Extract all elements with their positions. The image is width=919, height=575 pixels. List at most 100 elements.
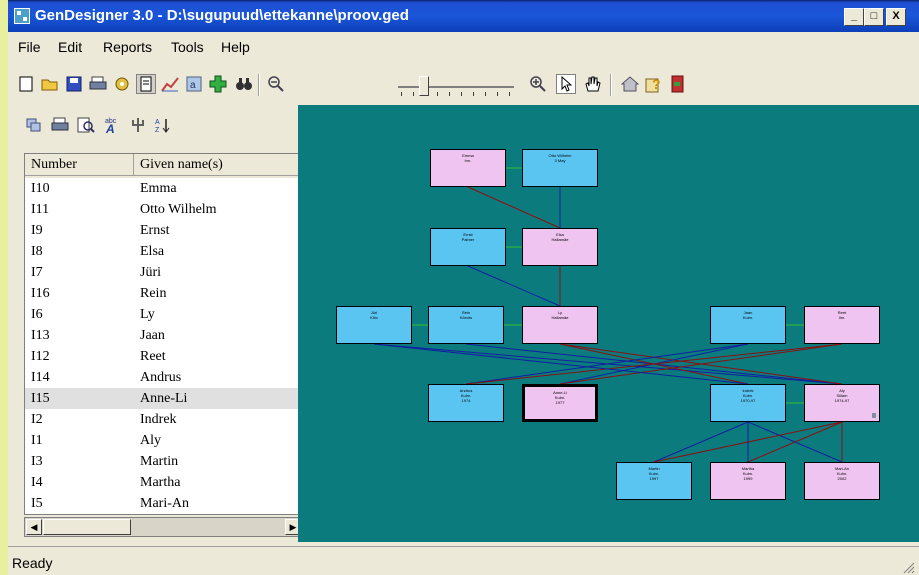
home-icon[interactable] — [620, 74, 640, 94]
status-bar: Ready — [8, 546, 919, 575]
cell-number: I11 — [31, 202, 50, 217]
zoom-out-icon[interactable] — [266, 74, 286, 94]
cell-number: I15 — [31, 391, 50, 406]
add-icon[interactable] — [208, 74, 228, 94]
table-row[interactable]: I3 Martin — [25, 451, 302, 472]
person-node-jaan[interactable]: Jaan Kulm. — [710, 306, 786, 344]
menu-help[interactable]: Help — [221, 39, 250, 55]
help-icon[interactable]: ? — [644, 74, 664, 94]
table-row[interactable]: I6 Ly — [25, 304, 302, 325]
zoom-slider-thumb[interactable] — [419, 76, 430, 96]
person-node-reet[interactable]: Reet Ilm. — [804, 306, 880, 344]
svg-text:A: A — [105, 122, 115, 134]
svg-text:Z: Z — [155, 127, 160, 133]
table-row[interactable]: I13 Jaan — [25, 325, 302, 346]
cell-given-name: Ly — [140, 307, 155, 322]
child-line — [467, 186, 561, 229]
table-row[interactable]: I16 Rein — [25, 283, 302, 304]
node-surname: Kõiv — [370, 315, 378, 320]
zoom-in-icon[interactable] — [528, 74, 548, 94]
table-row[interactable]: I4 Martha — [25, 472, 302, 493]
column-header-number[interactable]: Number — [25, 154, 134, 176]
person-node-anne-li[interactable]: Anne-Li Kulm. 1977 — [522, 384, 598, 422]
person-node-emma[interactable]: Emma Irm. — [430, 149, 506, 187]
settings-icon[interactable] — [112, 74, 132, 94]
person-node-juri[interactable]: Jüri Kõiv — [336, 306, 412, 344]
column-header-given-names[interactable]: Given name(s) — [134, 154, 302, 176]
table-row[interactable]: I10 Emma — [25, 178, 302, 199]
maximize-button[interactable]: □ — [864, 8, 884, 26]
open-icon[interactable] — [40, 74, 60, 94]
child-line — [653, 421, 749, 463]
minimize-button[interactable]: _ — [844, 8, 864, 26]
spellcheck-icon[interactable]: abc A — [102, 115, 122, 135]
close-button[interactable]: X — [886, 8, 906, 26]
cell-given-name: Anne-Li — [140, 391, 188, 406]
svg-text:A: A — [155, 119, 160, 126]
table-row[interactable]: I5 Mari-An — [25, 493, 302, 514]
cell-given-name: Mari-An — [140, 496, 189, 511]
node-dates: 1974-97 — [834, 398, 850, 403]
sort-icon[interactable]: AZ — [152, 115, 172, 135]
main-toolbar: a ? — [8, 64, 919, 104]
table-row[interactable]: I8 Elsa — [25, 241, 302, 262]
cell-given-name: Jaan — [140, 328, 165, 343]
save-icon[interactable] — [64, 74, 84, 94]
person-node-ernst[interactable]: Ernst Palmer — [430, 228, 506, 266]
table-row[interactable]: I9 Ernst — [25, 220, 302, 241]
table-row[interactable]: I2 Indrek — [25, 409, 302, 430]
table-row[interactable]: I14 Andrus — [25, 367, 302, 388]
print-preview-icon[interactable] — [76, 115, 96, 135]
scroll-thumb[interactable] — [43, 519, 131, 535]
person-node-aly[interactable]: Aly Sillam 1974-97 — [804, 384, 880, 422]
table-row[interactable]: I7 Jüri — [25, 262, 302, 283]
new-icon[interactable] — [16, 74, 36, 94]
table-row[interactable]: I11 Otto Wilhelm — [25, 199, 302, 220]
cell-given-name: Andrus — [140, 370, 182, 385]
cell-number: I7 — [31, 265, 43, 280]
zoom-slider-track[interactable] — [398, 86, 514, 88]
person-node-mari-an[interactable]: Mari-An Kulm. 2002 — [804, 462, 880, 500]
exit-icon[interactable] — [668, 74, 688, 94]
person-node-rein[interactable]: Rein Kõrvits — [428, 306, 504, 344]
text-icon[interactable]: a — [184, 74, 204, 94]
table-row[interactable]: I15 Anne-Li — [25, 388, 302, 409]
person-node-elsa[interactable]: Elsa Hallamäe — [522, 228, 598, 266]
menu-file[interactable]: File — [18, 39, 41, 55]
page-icon[interactable] — [136, 74, 156, 94]
person-node-indrek[interactable]: Indrek Kulm. 1970-97 — [710, 384, 786, 422]
scroll-left-button[interactable]: ◀ — [26, 519, 42, 535]
cell-given-name: Otto Wilhelm — [140, 202, 217, 217]
person-node-otto-wilhelm[interactable]: Otto Wilhelm 3 May — [522, 149, 598, 187]
menu-tools[interactable]: Tools — [171, 39, 204, 55]
family-tree-canvas[interactable]: Emma Irm. Otto Wilhelm 3 May Ernst Palme… — [298, 105, 919, 542]
menu-reports[interactable]: Reports — [103, 39, 152, 55]
person-node-martha[interactable]: Martha Kulm. 1999 — [710, 462, 786, 500]
person-list[interactable]: Number Given name(s) I10 Emma I11 Otto Wilh… — [24, 153, 303, 515]
node-dates: 1974 — [461, 398, 471, 403]
resize-grip-icon[interactable] — [901, 560, 915, 574]
child-line — [467, 265, 561, 307]
copy-icon[interactable] — [24, 115, 44, 135]
person-node-andrus[interactable]: Andrus Kulm. 1974 — [428, 384, 504, 422]
menu-edit[interactable]: Edit — [58, 39, 82, 55]
chart-icon[interactable] — [160, 74, 180, 94]
horizontal-scrollbar[interactable]: ◀ ▶ — [24, 517, 303, 537]
cell-given-name: Indrek — [140, 412, 177, 427]
cell-number: I5 — [31, 496, 43, 511]
table-row[interactable]: I12 Reet — [25, 346, 302, 367]
cell-given-name: Elsa — [140, 244, 165, 259]
table-row[interactable]: I1 Aly — [25, 430, 302, 451]
pointer-icon[interactable] — [556, 74, 576, 94]
person-node-ly[interactable]: Ly Hallamäe — [522, 306, 598, 344]
node-surname: Kulm. — [742, 315, 754, 320]
cell-number: I13 — [31, 328, 50, 343]
binoculars-icon[interactable] — [234, 74, 254, 94]
hand-icon[interactable] — [582, 74, 602, 94]
title-bar[interactable]: GenDesigner 3.0 - D:\sugupuud\ettekanne\… — [8, 0, 919, 32]
node-surname: Irm. — [464, 158, 472, 163]
print-list-icon[interactable] — [50, 115, 70, 135]
print-icon[interactable] — [88, 74, 108, 94]
filter-icon[interactable] — [128, 115, 148, 135]
person-node-martin[interactable]: Martin Kulm. 1997 — [616, 462, 692, 500]
